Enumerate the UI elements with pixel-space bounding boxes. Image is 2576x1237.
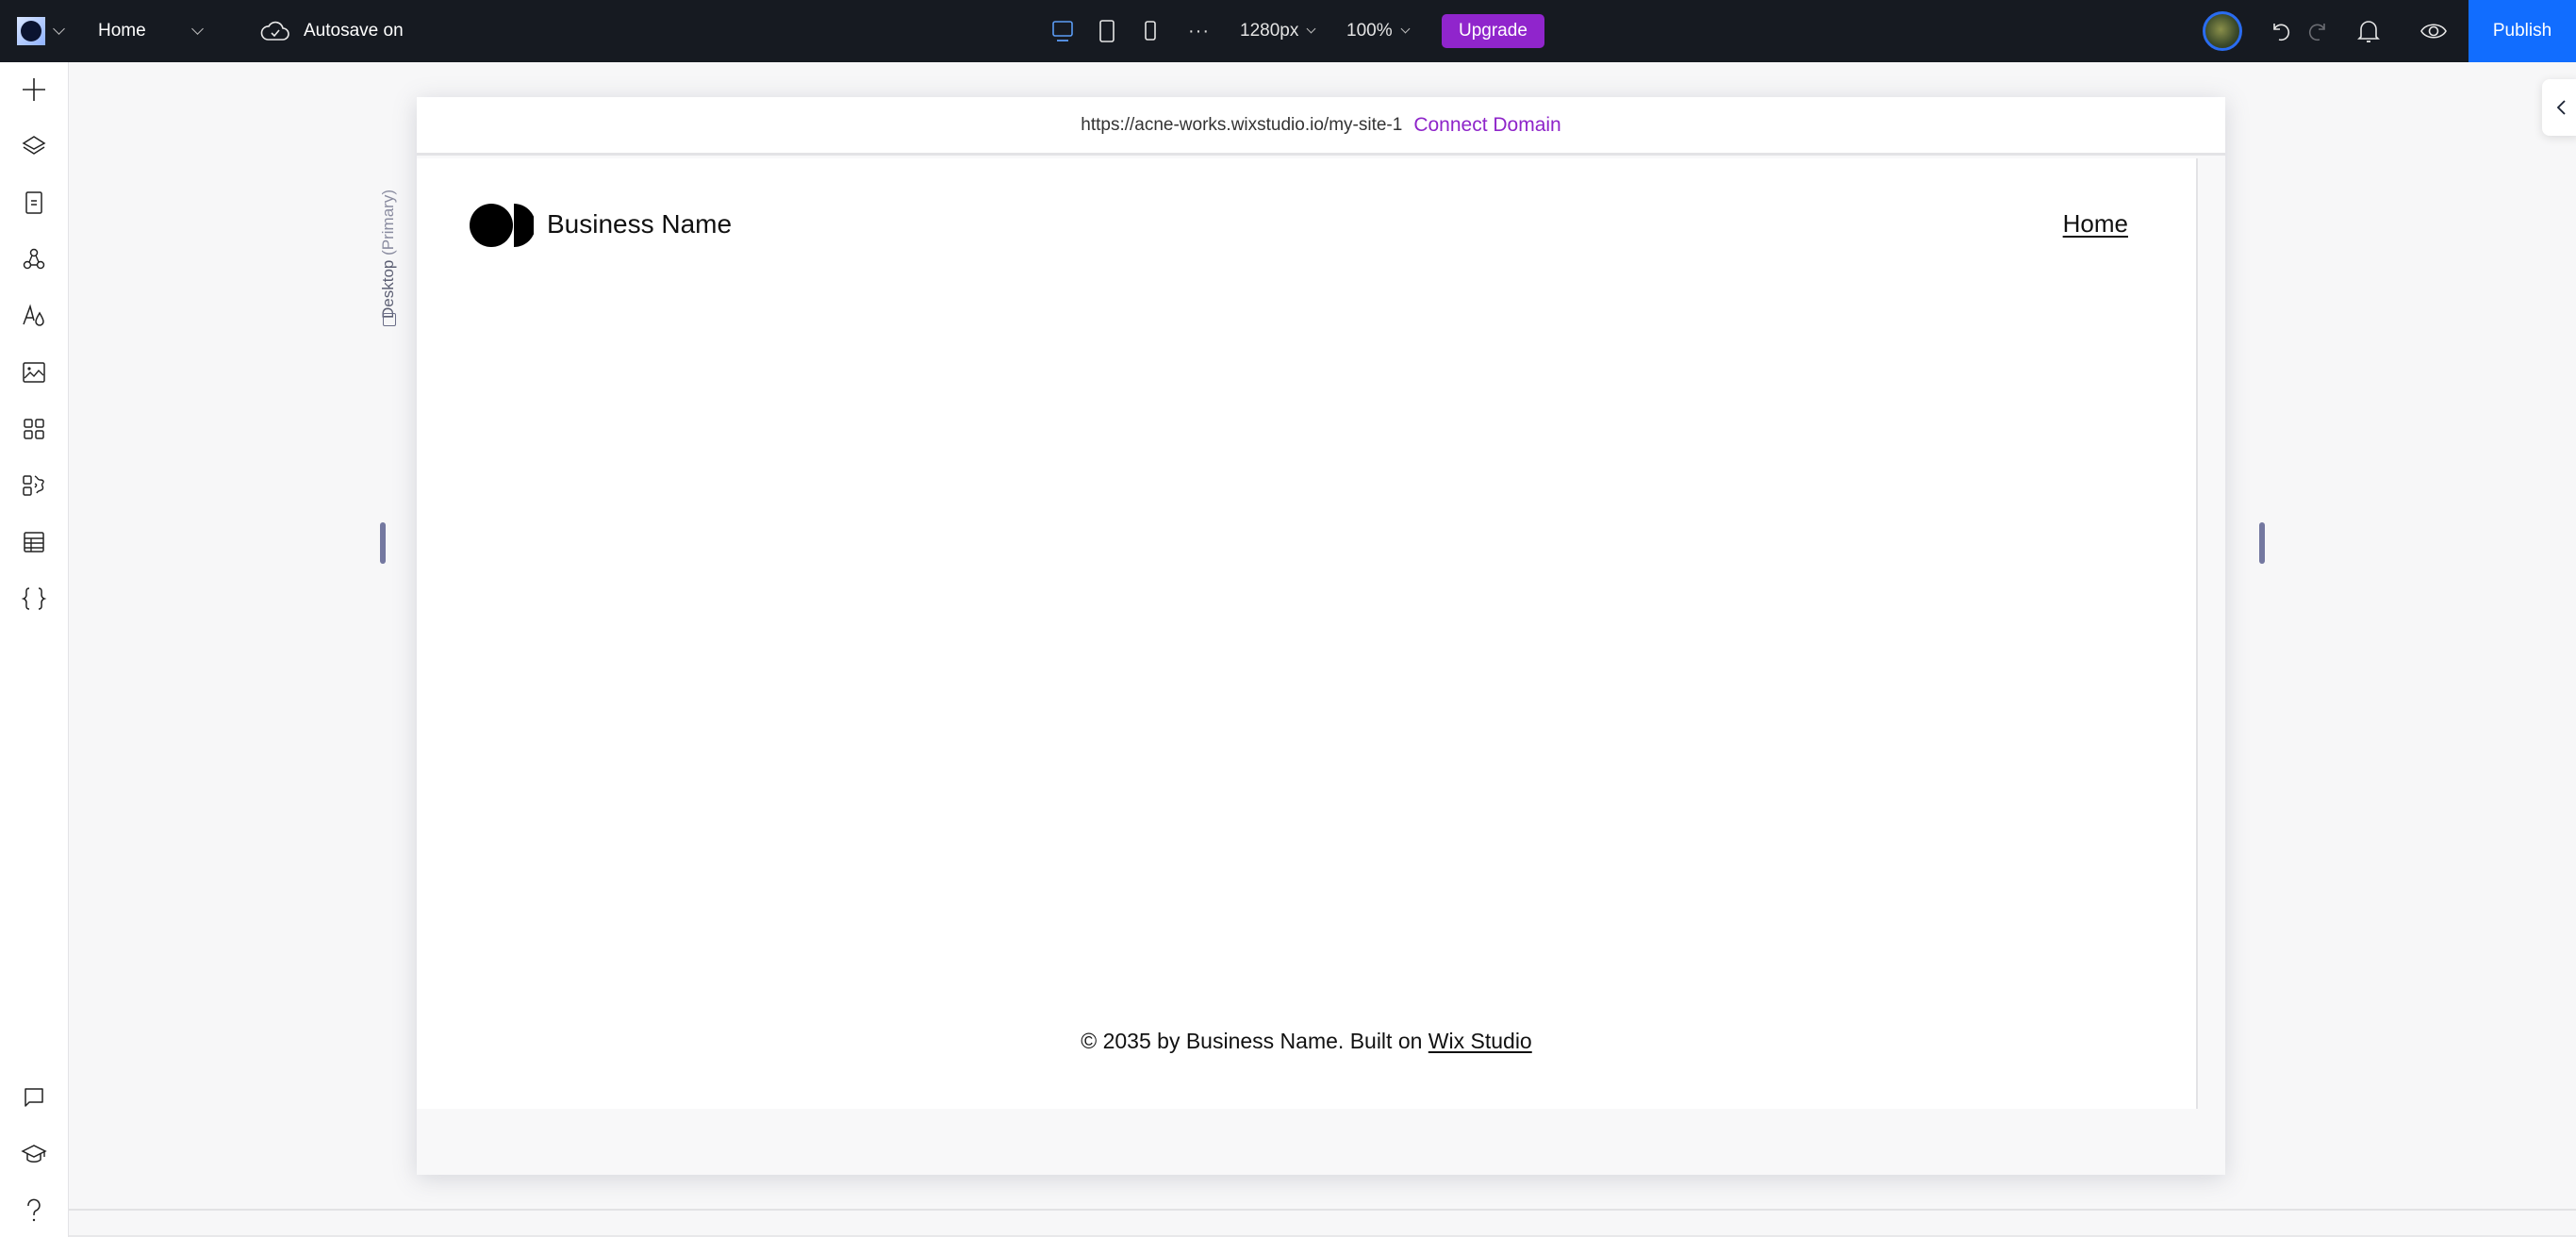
zoom-selector[interactable]: 100%	[1346, 0, 1411, 62]
chevron-down-icon	[1400, 24, 1411, 34]
undo-button[interactable]	[2270, 0, 2292, 62]
mobile-view-button[interactable]	[1144, 20, 1157, 42]
chat-icon	[25, 1088, 43, 1107]
add-elements-button[interactable]	[18, 74, 50, 106]
apps-button[interactable]	[18, 413, 50, 445]
desktop-view-button[interactable]	[1051, 20, 1074, 42]
page-canvas: https://acne-works.wixstudio.io/my-site-…	[417, 97, 2225, 1175]
apps-icon	[24, 419, 44, 439]
comments-button[interactable]	[18, 1081, 50, 1113]
code-button[interactable]	[18, 583, 50, 615]
connect-domain-link[interactable]: Connect Domain	[1413, 114, 1560, 137]
width-value: 1280px	[1240, 21, 1299, 41]
pages-button[interactable]	[18, 187, 50, 219]
layers-button[interactable]	[18, 130, 50, 162]
breakpoint-label[interactable]: Desktop (Primary)	[377, 158, 405, 333]
add-apps-icon	[23, 475, 44, 496]
business-name[interactable]: Business Name	[547, 209, 732, 239]
image-icon	[23, 362, 45, 383]
autosave-label: Autosave on	[304, 21, 404, 41]
site-logo-icon	[17, 17, 45, 45]
help-button[interactable]	[18, 1195, 50, 1227]
chevron-down-icon	[1306, 24, 1316, 34]
tablet-view-button[interactable]	[1098, 20, 1115, 42]
desktop-icon	[1052, 21, 1073, 41]
code-braces-icon	[21, 587, 47, 610]
plus-icon	[23, 78, 45, 101]
chevron-left-icon	[2556, 100, 2566, 115]
preview-button[interactable]	[2419, 0, 2448, 62]
desktop-icon	[383, 313, 396, 326]
user-avatar[interactable]	[2203, 11, 2242, 51]
cms-button[interactable]	[18, 526, 50, 558]
notifications-button[interactable]	[2356, 0, 2381, 62]
page-selector-chevron-icon[interactable]	[191, 0, 204, 62]
nav-home-link[interactable]: Home	[2063, 209, 2128, 239]
footer-copyright: © 2035 by Business Name. Built on	[1081, 1029, 1428, 1053]
width-selector[interactable]: 1280px	[1240, 0, 1316, 62]
learn-button[interactable]	[18, 1138, 50, 1170]
page-icon	[25, 191, 42, 214]
left-sidebar	[0, 62, 69, 1237]
breakpoint-primary: (Primary)	[379, 190, 397, 256]
business-logo-icon	[470, 204, 534, 247]
eye-icon	[2420, 24, 2447, 39]
layers-icon	[22, 136, 46, 155]
media-button[interactable]	[18, 356, 50, 388]
breakpoint-name: Desktop	[379, 259, 397, 319]
page-selector[interactable]: Home	[98, 0, 146, 62]
chevron-down-icon	[53, 23, 65, 35]
undo-icon	[2273, 24, 2289, 41]
site-menu-button[interactable]	[17, 0, 65, 62]
redo-icon	[2309, 24, 2325, 41]
graduation-cap-icon	[21, 1145, 47, 1163]
bell-icon	[2357, 21, 2380, 42]
components-button[interactable]	[18, 243, 50, 275]
site-url: https://acne-works.wixstudio.io/my-site-…	[1081, 114, 1403, 135]
top-bar: Home Autosave on ··· 1280px 100% Upgrade…	[0, 0, 2576, 62]
mobile-icon	[1145, 21, 1156, 41]
cloud-check-icon	[260, 21, 289, 41]
wix-studio-link[interactable]: Wix Studio	[1428, 1029, 1532, 1053]
site-page[interactable]: Business Name Home © 2035 by Business Na…	[417, 158, 2198, 1109]
footer: © 2035 by Business Name. Built on Wix St…	[417, 1029, 2196, 1054]
redo-button[interactable]	[2306, 0, 2329, 62]
resize-handle-right[interactable]	[2259, 522, 2265, 564]
url-bar: https://acne-works.wixstudio.io/my-site-…	[417, 97, 2225, 156]
typography-icon	[23, 304, 44, 326]
collapse-panel-button[interactable]	[2542, 79, 2576, 136]
help-icon	[27, 1198, 41, 1222]
upgrade-button[interactable]: Upgrade	[1442, 14, 1544, 48]
site-styles-button[interactable]	[18, 300, 50, 332]
more-breakpoints-button[interactable]: ···	[1188, 0, 1210, 62]
zoom-value: 100%	[1346, 21, 1393, 41]
canvas-bottom-strip	[69, 1209, 2576, 1237]
add-apps-button[interactable]	[18, 470, 50, 502]
resize-handle-left[interactable]	[380, 522, 386, 564]
table-icon	[24, 532, 44, 553]
publish-button[interactable]: Publish	[2469, 0, 2576, 62]
autosave-status: Autosave on	[260, 0, 404, 62]
components-icon	[23, 248, 45, 270]
tablet-icon	[1099, 20, 1115, 42]
